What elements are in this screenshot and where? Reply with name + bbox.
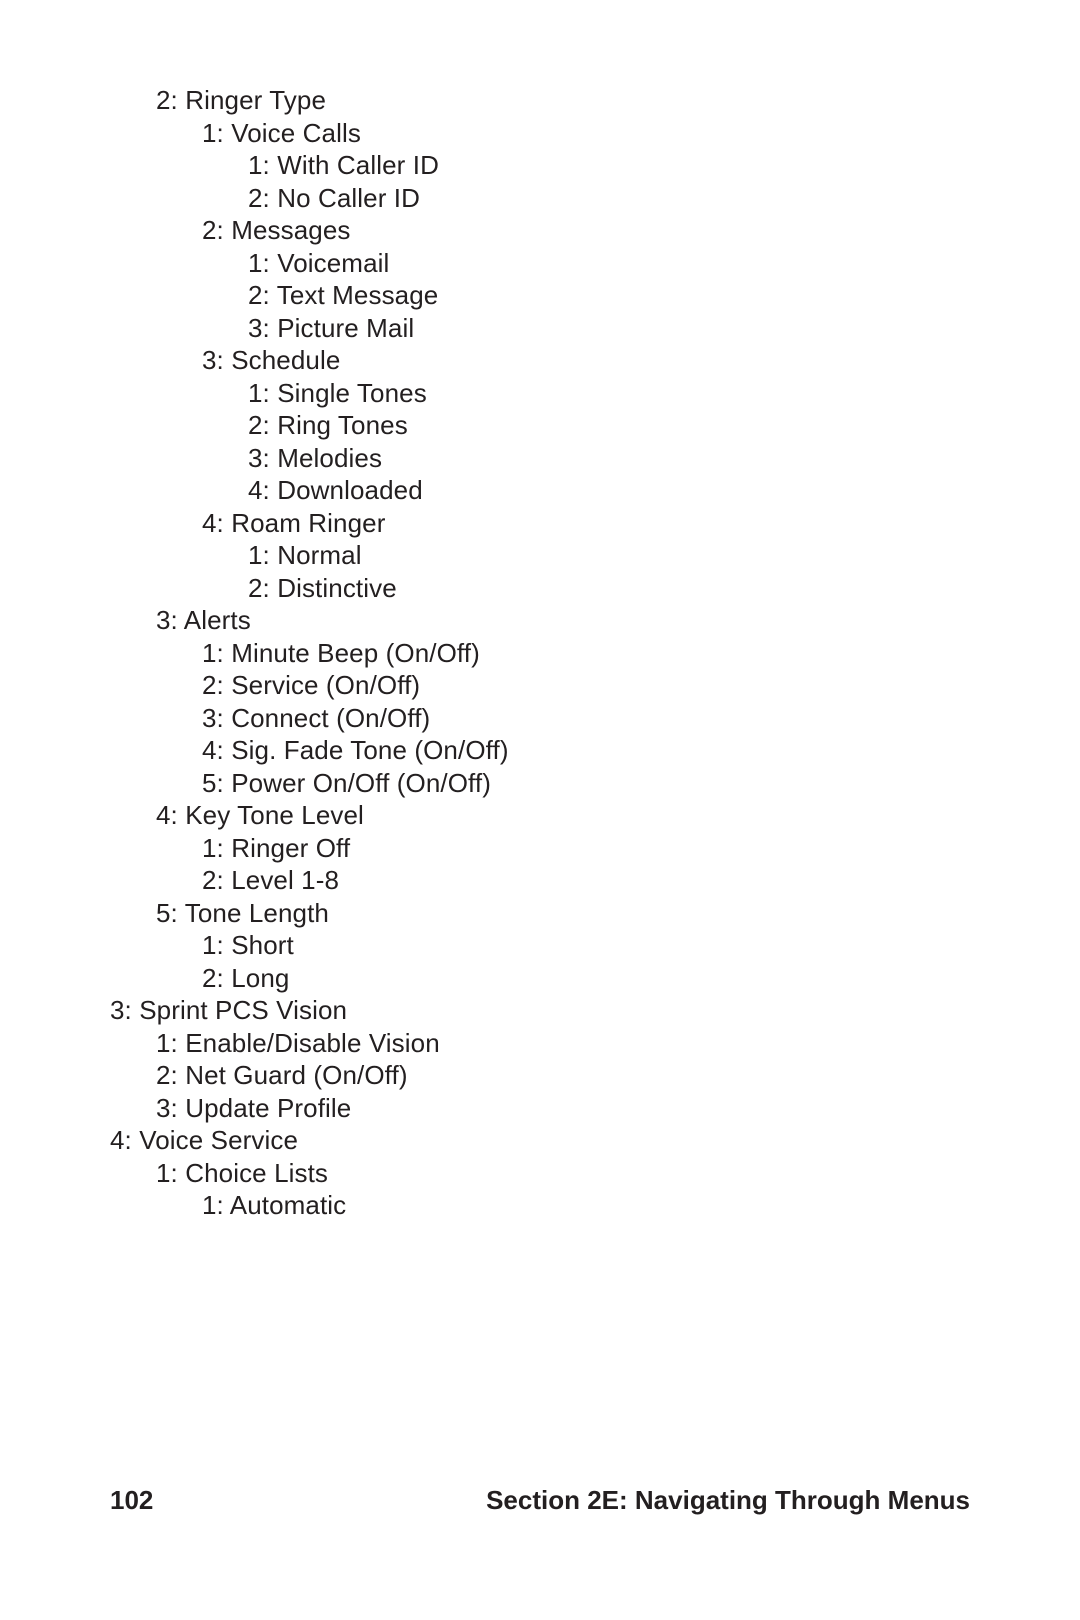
outline-line: 5: Power On/Off (On/Off): [110, 767, 970, 800]
outline-line: 2: No Caller ID: [110, 182, 970, 215]
outline-line: 3: Melodies: [110, 442, 970, 475]
outline-line: 3: Alerts: [110, 604, 970, 637]
outline-line: 2: Messages: [110, 214, 970, 247]
outline-line: 1: Minute Beep (On/Off): [110, 637, 970, 670]
outline-line: 1: Choice Lists: [110, 1157, 970, 1190]
outline-line: 3: Sprint PCS Vision: [110, 994, 970, 1027]
outline-line: 3: Connect (On/Off): [110, 702, 970, 735]
page-number: 102: [110, 1485, 153, 1516]
page-footer: 102 Section 2E: Navigating Through Menus: [110, 1485, 970, 1516]
outline-line: 2: Long: [110, 962, 970, 995]
outline-line: 2: Text Message: [110, 279, 970, 312]
outline-line: 1: Ringer Off: [110, 832, 970, 865]
outline-line: 4: Roam Ringer: [110, 507, 970, 540]
outline-line: 4: Downloaded: [110, 474, 970, 507]
outline-line: 2: Net Guard (On/Off): [110, 1059, 970, 1092]
outline-line: 1: With Caller ID: [110, 149, 970, 182]
outline-line: 3: Picture Mail: [110, 312, 970, 345]
outline-line: 1: Short: [110, 929, 970, 962]
outline-line: 1: Enable/Disable Vision: [110, 1027, 970, 1060]
outline-line: 1: Normal: [110, 539, 970, 572]
outline-line: 4: Sig. Fade Tone (On/Off): [110, 734, 970, 767]
outline-line: 5: Tone Length: [110, 897, 970, 930]
outline-line: 2: Ring Tones: [110, 409, 970, 442]
outline-line: 3: Schedule: [110, 344, 970, 377]
outline-line: 1: Single Tones: [110, 377, 970, 410]
section-title: Section 2E: Navigating Through Menus: [486, 1485, 970, 1516]
outline-line: 2: Service (On/Off): [110, 669, 970, 702]
page: 2: Ringer Type1: Voice Calls1: With Call…: [0, 0, 1080, 1620]
outline-line: 1: Voice Calls: [110, 117, 970, 150]
outline-line: 1: Voicemail: [110, 247, 970, 280]
outline-line: 4: Voice Service: [110, 1124, 970, 1157]
outline-line: 4: Key Tone Level: [110, 799, 970, 832]
outline-line: 3: Update Profile: [110, 1092, 970, 1125]
outline-line: 2: Distinctive: [110, 572, 970, 605]
outline-line: 2: Ringer Type: [110, 84, 970, 117]
outline-line: 2: Level 1-8: [110, 864, 970, 897]
outline-line: 1: Automatic: [110, 1189, 970, 1222]
menu-outline: 2: Ringer Type1: Voice Calls1: With Call…: [110, 84, 970, 1222]
